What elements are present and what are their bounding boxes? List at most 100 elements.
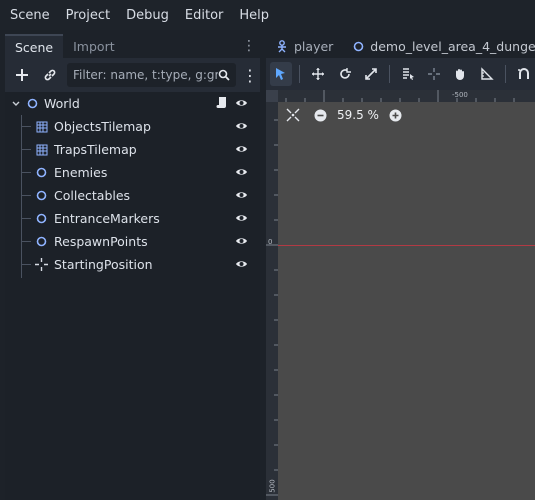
tree-node-label: StartingPosition (54, 257, 153, 272)
tab-scene[interactable]: Scene (5, 34, 64, 58)
visibility-eye-icon[interactable] (235, 212, 248, 224)
tree-node-respawn-points[interactable]: RespawnPoints (5, 230, 260, 253)
tree-node-label: ObjectsTilemap (54, 119, 151, 134)
scene-tab-label: player (294, 38, 334, 54)
character-body-icon (278, 39, 286, 52)
hand-icon (456, 69, 465, 80)
node2d-icon (36, 167, 47, 178)
editor-window: Scene Project Debug Editor Help Scene Im… (0, 0, 535, 500)
visibility-eye-icon[interactable] (235, 97, 248, 109)
plus-icon (16, 69, 28, 81)
scene-tab-label: demo_level_area_4_dungeon (370, 38, 535, 54)
cursor-arrow-icon (276, 68, 286, 80)
scene-tree: World ObjectsTilemap TrapsTilemap Enemie… (5, 92, 260, 500)
tree-node-enemies[interactable]: Enemies (5, 161, 260, 184)
menu-project[interactable]: Project (60, 8, 116, 23)
visibility-eye-icon[interactable] (235, 120, 248, 132)
move-icon (312, 68, 325, 80)
tree-node-label: TrapsTilemap (54, 142, 137, 157)
ruler-vertical[interactable]: 0 500 (266, 90, 278, 500)
filter-field[interactable] (67, 63, 236, 87)
ruler-mode-button[interactable] (476, 62, 498, 86)
tree-branch-line (21, 241, 31, 242)
tree-node-starting-position[interactable]: StartingPosition (5, 253, 260, 276)
toolbar-separator (504, 65, 506, 83)
scene-options-icon[interactable]: ⋮ (242, 66, 258, 85)
link-icon (44, 69, 56, 81)
menu-scene[interactable]: Scene (4, 8, 56, 23)
zoom-in-icon[interactable] (389, 109, 402, 122)
tree-node-label: World (44, 96, 80, 111)
filter-input[interactable] (73, 68, 218, 82)
canvas-toolbar (266, 58, 535, 90)
chevron-down-icon[interactable] (11, 99, 21, 109)
canvas-viewport[interactable]: -500 0 500 59.5 % (266, 90, 535, 500)
scale-icon (364, 68, 377, 80)
ruler-tick-label: -500 (452, 91, 468, 99)
tree-node-traps-tilemap[interactable]: TrapsTilemap (5, 138, 260, 161)
visibility-eye-icon[interactable] (235, 143, 248, 155)
zoom-level[interactable]: 59.5 % (337, 108, 379, 122)
visibility-eye-icon[interactable] (235, 258, 248, 270)
ruler-ticks (285, 90, 515, 102)
x-axis-line (278, 245, 535, 246)
dock-menu-icon[interactable]: ⋮ (242, 38, 256, 54)
tree-node-entrance-markers[interactable]: EntranceMarkers (5, 207, 260, 230)
menu-editor[interactable]: Editor (179, 8, 229, 23)
node2d-icon (36, 236, 47, 247)
toolbar-separator (388, 65, 390, 83)
snap-options-button[interactable] (513, 62, 535, 86)
tab-import[interactable]: Import (63, 34, 125, 58)
menu-help[interactable]: Help (233, 8, 275, 23)
tree-branch-line (21, 172, 31, 173)
ruler-icon (481, 67, 494, 80)
tree-branch-line (21, 264, 31, 265)
ruler-horizontal[interactable]: -500 (266, 90, 535, 102)
toolbar-separator (299, 65, 301, 83)
tilemap-icon (36, 121, 48, 132)
node2d-icon (36, 213, 47, 224)
tree-node-world[interactable]: World (5, 92, 260, 115)
scene-tab-bar: player demo_level_area_4_dungeon (266, 34, 535, 58)
tree-node-objects-tilemap[interactable]: ObjectsTilemap (5, 115, 260, 138)
pivot-icon (428, 68, 441, 80)
tree-node-label: EntranceMarkers (54, 211, 160, 226)
pivot-mode-button[interactable] (423, 62, 445, 86)
visibility-eye-icon[interactable] (235, 166, 248, 178)
move-mode-button[interactable] (307, 62, 329, 86)
list-select-button[interactable] (397, 62, 419, 86)
ruler-corner (266, 90, 278, 102)
instance-scene-button[interactable] (39, 64, 61, 86)
magnet-icon (517, 68, 529, 79)
rotate-mode-button[interactable] (333, 62, 355, 86)
tree-node-label: Enemies (54, 165, 108, 180)
tilemap-icon (36, 144, 48, 155)
ruler-tick-label: 0 (268, 238, 273, 246)
tree-branch-line (21, 195, 31, 196)
node2d-icon (36, 190, 47, 201)
ruler-tick-label: 500 (268, 479, 277, 493)
scene-tab-demo-level[interactable]: demo_level_area_4_dungeon (343, 39, 535, 54)
tree-branch-line (21, 149, 31, 150)
script-icon[interactable] (216, 96, 228, 110)
node2d-icon (27, 98, 38, 109)
tree-node-label: RespawnPoints (54, 234, 148, 249)
marker2d-icon (35, 258, 48, 271)
rotate-icon (339, 68, 351, 79)
search-icon (218, 69, 230, 81)
list-select-icon (402, 68, 414, 80)
tree-node-collectables[interactable]: Collectables (5, 184, 260, 207)
visibility-eye-icon[interactable] (235, 189, 248, 201)
scene-tab-player[interactable]: player (266, 39, 343, 54)
ruler-ticks (266, 119, 278, 496)
zoom-out-icon[interactable] (314, 109, 327, 122)
pan-mode-button[interactable] (449, 62, 471, 86)
visibility-eye-icon[interactable] (235, 235, 248, 247)
scale-mode-button[interactable] (360, 62, 382, 86)
select-mode-button[interactable] (270, 62, 293, 86)
tree-branch-line (21, 218, 31, 219)
center-view-icon[interactable] (286, 108, 300, 122)
tree-branch-line (21, 126, 31, 127)
add-node-button[interactable] (11, 64, 33, 86)
menu-debug[interactable]: Debug (120, 8, 175, 23)
